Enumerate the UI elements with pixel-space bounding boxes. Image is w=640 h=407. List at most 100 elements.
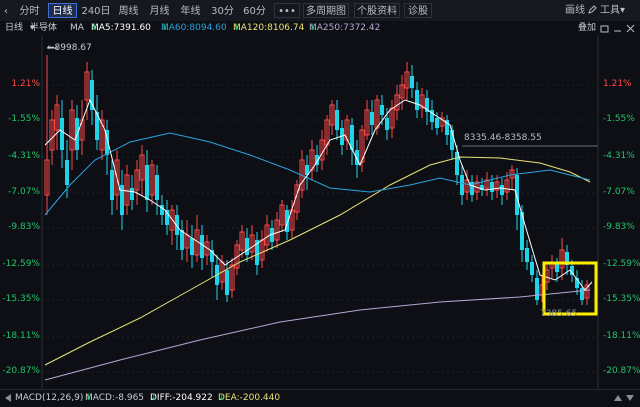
draw-line-button[interactable]: 画线	[565, 3, 597, 18]
y-axis-tick-label: -1.55%	[603, 114, 635, 124]
pencil-icon	[588, 5, 597, 14]
ma60-text: MA60:8094.60	[161, 23, 227, 33]
y-axis-tick-label: -9.83%	[8, 222, 40, 232]
y-axis-tick-label: -12.59%	[2, 259, 40, 269]
y-axis-tick-label: -18.11%	[603, 331, 640, 341]
ma250-line	[44, 289, 591, 381]
dea-text: DEA:-200.440	[218, 393, 281, 403]
diff-text: DIFF:-204.922	[150, 393, 213, 403]
candle-body-down	[380, 105, 384, 115]
candle-body-down	[245, 238, 249, 255]
settings-icon[interactable]	[600, 24, 609, 33]
y-axis-tick-label: -15.35%	[2, 294, 40, 304]
candle-body-down	[120, 185, 124, 215]
candle-body-down	[580, 288, 584, 300]
stock-info-button[interactable]: 个股资料	[354, 3, 400, 18]
candle-body-down	[200, 235, 204, 258]
y-axis-tick-label: -9.83%	[603, 222, 635, 232]
tab-30min[interactable]: 30分	[208, 3, 237, 18]
diagnose-button[interactable]: 诊股	[404, 3, 432, 18]
candle-body-down	[500, 185, 504, 195]
overlay-button[interactable]: 叠加	[578, 21, 596, 35]
draw-line-label: 画线	[565, 5, 585, 16]
triangle-down-icon[interactable]	[626, 394, 634, 402]
candle-body-down	[180, 230, 184, 250]
tab-60min[interactable]: 60分	[240, 3, 269, 18]
candle-body-down	[65, 160, 69, 185]
period-label: 日线	[5, 23, 24, 33]
candle-body-down	[90, 80, 94, 110]
triangle-up-icon[interactable]	[614, 394, 622, 402]
tab-monthly[interactable]: 月线	[145, 3, 174, 18]
candle-body-down	[530, 262, 534, 275]
low-mark-label: 7385.65	[540, 309, 577, 319]
tab-daily[interactable]: 日线	[48, 3, 77, 18]
y-axis-tick-label: -18.11%	[2, 331, 40, 341]
period-toolbar: ‹ 分时 日线 240日 周线 月线 年线 30分 60分 ••• 多周期图▾ …	[0, 0, 640, 32]
ma250-text: MA250:7372.42	[309, 23, 381, 33]
y-axis-tick-label: -1.55%	[8, 114, 40, 124]
y-axis-tick-label: -4.31%	[603, 151, 635, 161]
candle-body-down	[410, 76, 414, 88]
candle-body-down	[145, 165, 149, 200]
chevron-down-icon: ▾	[30, 23, 35, 33]
candle-body-down	[535, 278, 539, 300]
candle-body-down	[190, 238, 194, 255]
kline-chart-canvas: ←8998.67 8335.46-8358.55 7385.65	[41, 35, 599, 389]
y-axis-tick-label: -12.59%	[603, 259, 640, 269]
candle-body-down	[130, 188, 134, 200]
candle-body-down	[515, 175, 519, 215]
arrow-down-icon: ↓	[91, 23, 99, 33]
candle-body-down	[60, 118, 64, 150]
candle-body-down	[435, 118, 439, 128]
y-axis-tick-label: -15.35%	[603, 294, 640, 304]
arrow-down-icon: ↓	[233, 23, 241, 33]
triangle-left-icon[interactable]	[4, 394, 12, 402]
candle-body-down	[155, 175, 159, 200]
ma120-text: MA120:8106.74	[233, 23, 305, 33]
high-mark-label: ←8998.67	[47, 43, 92, 53]
back-icon[interactable]: ‹	[2, 3, 10, 18]
arrow-down-icon: ↓	[218, 393, 226, 403]
kline-chart[interactable]: ←8998.67 8335.46-8358.55 7385.65 1.21% -1.5…	[0, 35, 640, 389]
arrow-down-icon: ↓	[161, 23, 169, 33]
multi-period-dropdown[interactable]: 多周期图▾	[303, 3, 349, 32]
close-icon[interactable]	[626, 24, 635, 33]
candle-body-down	[415, 90, 419, 110]
candle-body-down	[335, 110, 339, 130]
ma-label: MA	[70, 23, 84, 33]
macd-legend-row: MACD(12,26,9) MACD:-8.965 ↓ DIFF:-204.922…	[0, 389, 640, 407]
arrow-down-icon: ↓	[85, 393, 93, 403]
y-axis-tick-label: 1.21%	[603, 79, 632, 89]
chevron-down-icon: ▾	[620, 5, 626, 16]
y-axis-tick-label: 1.21%	[11, 79, 40, 89]
macd-text: MACD:-8.965	[85, 393, 145, 403]
candle-body-down	[225, 270, 229, 295]
ma5-text: MA5:7391.60	[91, 23, 151, 33]
tab-weekly[interactable]: 周线	[114, 3, 143, 18]
candle-body-down	[110, 170, 114, 200]
candle-body-down	[525, 248, 529, 262]
minimize-icon[interactable]	[613, 24, 622, 33]
candle-body-down	[460, 175, 464, 195]
y-axis-tick-label: -7.07%	[8, 187, 40, 197]
range-mark-label: 8335.46-8358.55	[464, 133, 542, 143]
tools-label: 工具	[600, 5, 620, 16]
tab-yearly[interactable]: 年线	[176, 3, 205, 18]
candle-body-down	[370, 112, 374, 125]
candle-body-down	[490, 182, 494, 192]
more-periods-button[interactable]: •••	[274, 3, 300, 18]
candle-body-down	[175, 215, 179, 235]
candle-body-down	[385, 118, 389, 130]
y-axis-tick-label: -4.31%	[8, 151, 40, 161]
tab-minute[interactable]: 分时	[13, 3, 46, 18]
tab-240day[interactable]: 240日	[80, 3, 112, 18]
y-axis-tick-label: -7.07%	[603, 187, 635, 197]
arrow-down-icon: ↓	[150, 393, 158, 403]
y-axis-tick-label: -20.87%	[603, 366, 640, 376]
ma-legend-row: 日线 半导体 ▾ MA MA5:7391.60 ↓ MA60:8094.60 ↓ MA…	[0, 21, 640, 35]
macd-label[interactable]: MACD(12,26,9)	[15, 390, 83, 406]
multi-period-label: 多周期图	[306, 6, 346, 17]
tools-button[interactable]: 工具▾	[600, 3, 625, 18]
arrow-down-icon: ↓	[309, 23, 317, 33]
